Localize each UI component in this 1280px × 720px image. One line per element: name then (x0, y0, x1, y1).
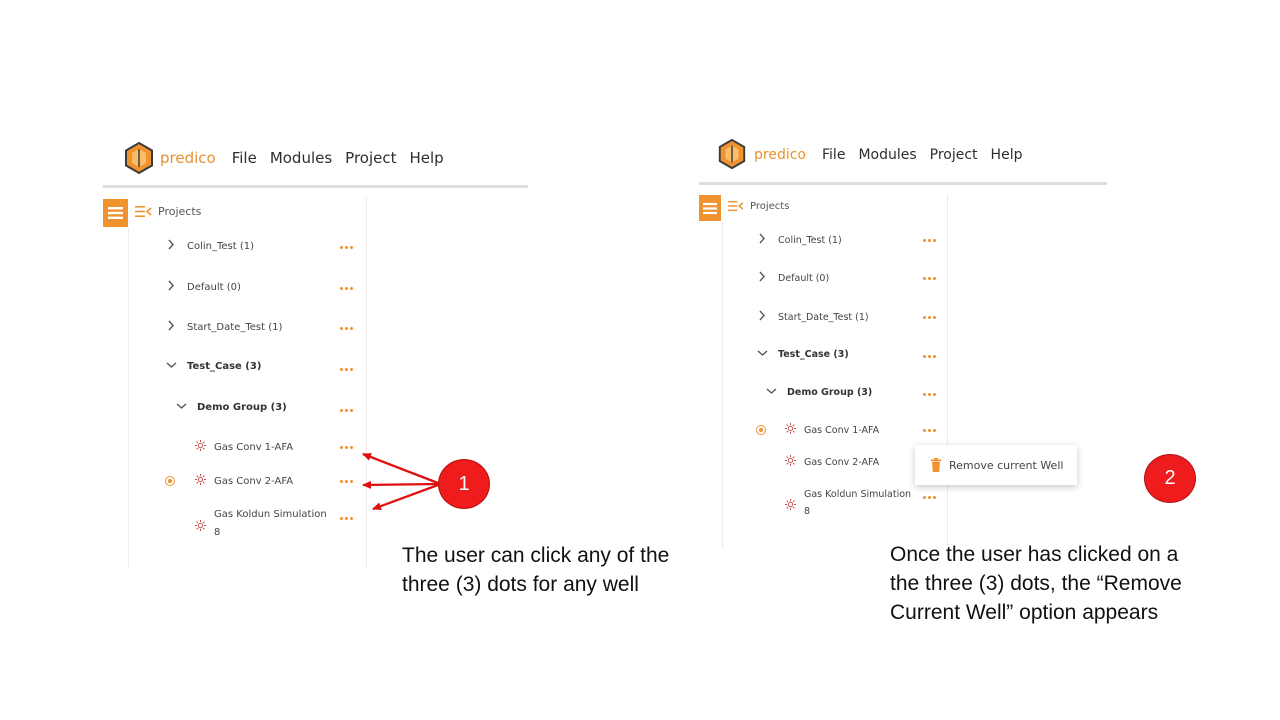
more-options-button[interactable] (923, 429, 936, 432)
step-badge-2: 2 (1144, 454, 1196, 503)
chevron-right-icon[interactable] (756, 233, 768, 247)
menu-collapse-icon[interactable] (728, 200, 744, 212)
well-icon (785, 423, 796, 437)
menubar-divider (699, 182, 1107, 185)
caption-step-2: Once the user has clicked on a the three… (890, 540, 1182, 627)
more-options-button[interactable] (923, 316, 936, 319)
tree-item-demo-group[interactable]: Demo Group (3) (765, 387, 872, 398)
caption-line: the three (3) dots, the “Remove (890, 572, 1182, 595)
tree-item-label: Default (0) (778, 272, 830, 284)
more-options-button[interactable] (923, 277, 936, 280)
well-icon (785, 498, 796, 513)
caption-line: Once the user has clicked on a (890, 543, 1179, 566)
sidebar-toggle-button[interactable] (699, 195, 721, 221)
step-badge-1: 1 (438, 459, 490, 509)
well-icon (785, 455, 796, 469)
menu-file[interactable]: File (822, 147, 845, 163)
tree-item-well[interactable]: Gas Conv 1-AFA (785, 423, 879, 437)
sidebar-border-right (947, 194, 948, 548)
chevron-down-icon[interactable] (765, 387, 777, 398)
caption-line: The user can click any of the (402, 544, 670, 567)
tree-item-test-case[interactable]: Test_Case (3) (756, 349, 849, 360)
chevron-right-icon[interactable] (756, 271, 768, 285)
caption-line: Current Well” option appears (890, 601, 1159, 624)
tree-item-well[interactable]: Gas Koldun Simulation 8 (785, 489, 911, 520)
list-icon (703, 202, 717, 214)
chevron-right-icon[interactable] (756, 310, 768, 324)
arrow-to-dots-3 (372, 483, 439, 511)
tree-item-label: Start_Date_Test (1) (778, 311, 869, 323)
chevron-down-icon[interactable] (756, 349, 768, 360)
menu-modules[interactable]: Modules (858, 147, 916, 163)
tree-item-label: Gas Koldun Simulation (804, 489, 912, 500)
selected-radio-indicator[interactable] (756, 425, 766, 435)
tree-item-label: Gas Conv 2-AFA (804, 456, 880, 468)
tree-item-default[interactable]: Default (0) (756, 271, 829, 285)
menu-help[interactable]: Help (991, 147, 1023, 163)
tree-item-label: Test_Case (3) (778, 349, 849, 360)
projects-title: Projects (750, 200, 790, 212)
tree-item-colin-test[interactable]: Colin_Test (1) (756, 233, 842, 247)
caption-line: three (3) dots for any well (402, 573, 639, 596)
context-menu: Remove current Well (915, 445, 1077, 485)
more-options-button[interactable] (923, 496, 936, 499)
more-options-button[interactable] (923, 239, 936, 242)
remove-current-well-option[interactable]: Remove current Well (949, 459, 1063, 472)
arrow-to-dots-2 (362, 480, 439, 489)
tree-item-label: Colin_Test (1) (778, 234, 842, 246)
menu-project[interactable]: Project (930, 147, 978, 163)
caption-step-1: The user can click any of the three (3) … (402, 541, 669, 599)
tree-item-label: Gas Conv 1-AFA (804, 424, 880, 436)
projects-header: Projects (728, 200, 789, 212)
tree-item-label-line2: 8 (804, 506, 811, 517)
predico-logo-icon (716, 138, 750, 172)
trash-icon (930, 458, 942, 472)
right-menubar: predico File Modules Project Help (716, 138, 1035, 172)
tree-item-label-group: Gas Koldun Simulation 8 (804, 486, 911, 520)
tree-item-start-date-test[interactable]: Start_Date_Test (1) (756, 310, 869, 324)
tree-item-label: Demo Group (3) (787, 387, 873, 398)
more-options-button[interactable] (923, 393, 936, 396)
brand-name[interactable]: predico (754, 147, 806, 163)
arrow-to-dots-1 (362, 452, 439, 485)
more-options-button[interactable] (923, 355, 936, 358)
tree-item-well[interactable]: Gas Conv 2-AFA (785, 455, 879, 469)
sidebar-border-left (722, 222, 723, 548)
